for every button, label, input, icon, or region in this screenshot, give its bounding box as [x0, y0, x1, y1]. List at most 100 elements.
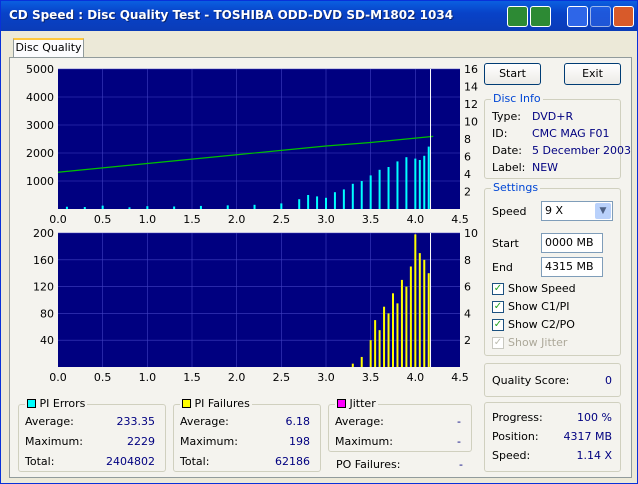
show-c2po-checkbox[interactable]: ✓ [492, 319, 504, 331]
x-tick-label: 4.5 [451, 371, 469, 384]
x-tick-label: 1.0 [139, 213, 157, 226]
x-tick-label: 1.5 [183, 213, 201, 226]
data-bar [418, 160, 421, 209]
show-c1pi-checkbox[interactable]: ✓ [492, 301, 504, 313]
data-bar [387, 313, 390, 367]
show-speed-checkbox[interactable]: ✓ [492, 283, 504, 295]
disc-type-value: DVD+R [532, 110, 574, 123]
data-bar [409, 266, 412, 367]
data-bar [226, 205, 229, 209]
pi-failures-average-label: Average: [180, 415, 229, 428]
chart-plot-area [58, 233, 460, 367]
x-tick-label: 3.5 [362, 371, 380, 384]
pi-errors-maximum-label: Maximum: [25, 435, 83, 448]
x-tick-label: 2.5 [273, 371, 291, 384]
data-bar [378, 330, 381, 367]
jitter-average-label: Average: [335, 415, 384, 428]
data-bar [199, 205, 202, 209]
window-title: CD Speed : Disc Quality Test - TOSHIBA O… [9, 8, 454, 22]
pi-errors-total-label: Total: [25, 455, 55, 468]
settings-title: Settings [491, 181, 541, 194]
y-tick-label: 3000 [26, 119, 54, 132]
y-tick-label: 80 [40, 307, 54, 320]
speed-label: Speed [492, 205, 527, 218]
data-bar [418, 253, 421, 367]
data-bar [351, 183, 354, 209]
save-icon[interactable] [530, 6, 551, 27]
x-tick-label: 2.0 [228, 213, 246, 226]
progress-label: Progress: [492, 411, 543, 424]
jitter-group: Jitter Average: - Maximum: - [328, 397, 472, 452]
x-tick-label: 1.5 [183, 371, 201, 384]
x-tick-label: 4.5 [451, 213, 469, 226]
pi-failures-group: PI Failures Average: 6.18 Maximum: 198 T… [173, 397, 321, 472]
y-tick-label: 120 [33, 281, 54, 294]
disc-info-group: Disc Info Type: DVD+R ID: CMC MAG F01 Da… [484, 92, 631, 179]
data-bar [427, 146, 430, 209]
data-bar [298, 199, 301, 209]
chart-plot-area [58, 69, 460, 209]
data-bar [423, 259, 426, 367]
show-c1pi-label: Show C1/PI [508, 300, 570, 313]
data-bar [360, 356, 363, 367]
data-bar [146, 206, 149, 209]
data-bar [392, 293, 394, 367]
jitter-title: Jitter [349, 397, 376, 410]
minimize-button[interactable] [567, 6, 588, 27]
end-input[interactable]: 4315 MB [541, 257, 603, 277]
show-c2po-label: Show C2/PO [508, 318, 575, 331]
pi-failures-title: PI Failures [194, 397, 250, 410]
x-tick-label: 0.5 [94, 371, 112, 384]
pi-failures-maximum-label: Maximum: [180, 435, 238, 448]
jitter-maximum-label: Maximum: [335, 435, 393, 448]
speed-select[interactable]: 9 X ▼ [541, 201, 613, 221]
start-label: Start [492, 237, 519, 250]
jitter-maximum-value: - [457, 435, 461, 448]
pi-failures-total-label: Total: [180, 455, 210, 468]
pi-errors-group: PI Errors Average: 233.35 Maximum: 2229 … [18, 397, 166, 472]
position-label: Position: [492, 430, 539, 443]
close-button[interactable] [613, 6, 634, 27]
y2-tick-label: 8 [464, 254, 471, 267]
disc-date-value: 5 December 2003 [532, 144, 632, 157]
y2-tick-label: 4 [464, 307, 471, 320]
disc-id-label: ID: [492, 127, 508, 140]
end-label: End [492, 261, 513, 274]
y-tick-label: 200 [33, 227, 54, 240]
settings-group: Settings Speed 9 X ▼ Start 0000 MB End 4… [484, 181, 621, 356]
x-tick-label: 0.5 [94, 213, 112, 226]
po-failures-value: - [459, 458, 463, 471]
copy-icon[interactable] [507, 6, 528, 27]
pi-failures-total-value: 62186 [275, 455, 310, 468]
title-bar[interactable]: CD Speed : Disc Quality Test - TOSHIBA O… [1, 1, 637, 31]
data-bar [316, 196, 319, 209]
data-bar [342, 189, 345, 209]
data-bar [400, 279, 403, 367]
current-speed-value: 1.14 X [576, 449, 612, 462]
start-input[interactable]: 0000 MB [541, 233, 603, 253]
data-bar [383, 306, 386, 367]
y-tick-label: 4000 [26, 91, 54, 104]
data-bar [387, 167, 390, 209]
data-bar [253, 204, 256, 209]
data-bar [405, 157, 408, 209]
y2-tick-label: 10 [464, 116, 478, 129]
pi-errors-title: PI Errors [39, 397, 86, 410]
tab-disc-quality[interactable]: Disc Quality [13, 38, 84, 58]
data-bar [307, 195, 310, 209]
y-tick-label: 1000 [26, 175, 54, 188]
pi-failures-title-wrap: PI Failures [180, 397, 252, 410]
y2-tick-label: 4 [464, 168, 471, 181]
data-bar [414, 234, 417, 367]
data-bar [128, 207, 131, 209]
show-jitter-checkbox: ✓ [492, 337, 504, 349]
data-bar [83, 207, 86, 209]
x-tick-label: 1.0 [139, 371, 157, 384]
y-tick-label: 5000 [26, 63, 54, 76]
x-tick-label: 0.0 [49, 213, 67, 226]
exit-button[interactable]: Exit [564, 63, 621, 85]
chevron-down-icon[interactable]: ▼ [595, 203, 611, 219]
jitter-average-value: - [457, 415, 461, 428]
start-button[interactable]: Start [484, 63, 541, 85]
y-tick-label: 40 [40, 334, 54, 347]
